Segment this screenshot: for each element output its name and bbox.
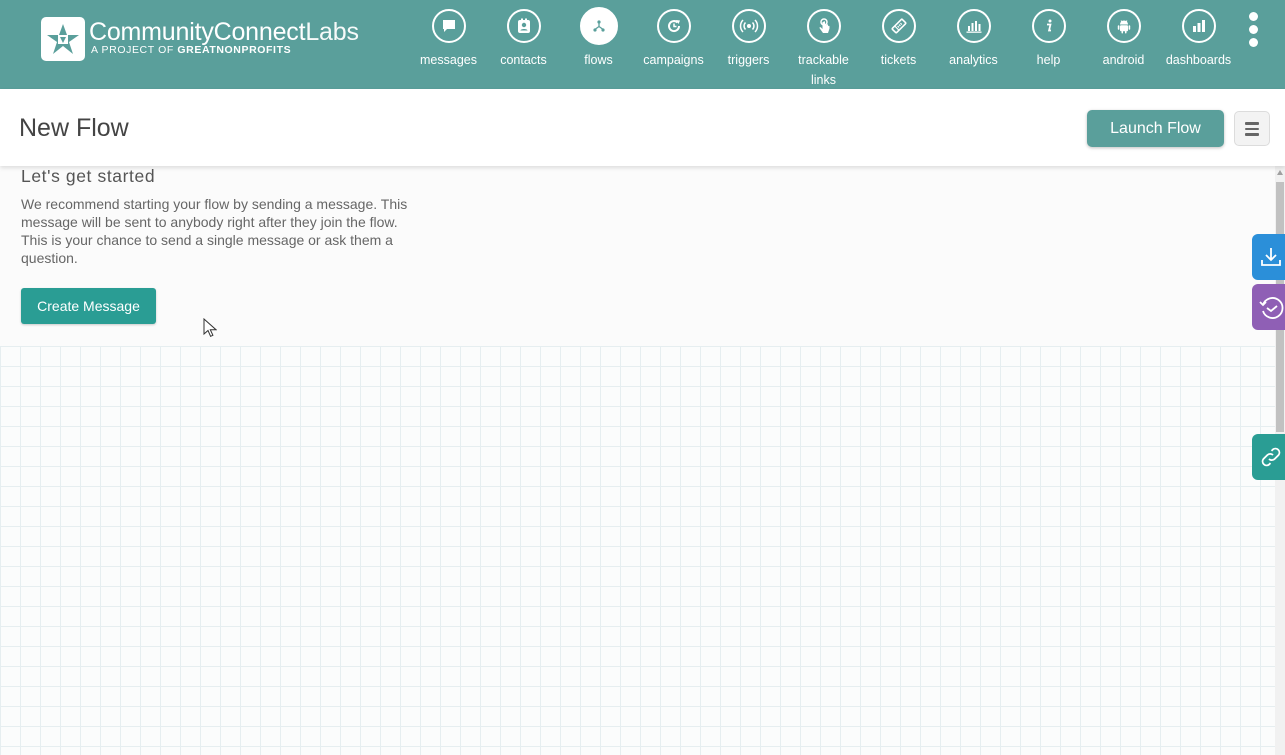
brand-name: CommunityConnectLabs	[89, 17, 359, 47]
hamburger-menu-icon[interactable]	[1234, 111, 1270, 146]
broadcast-icon	[731, 9, 766, 43]
create-message-button[interactable]: Create Message	[21, 288, 156, 324]
brand-name-suffix: Labs	[305, 18, 359, 46]
nav-label-contacts: contacts	[500, 53, 547, 67]
bar-chart-icon	[956, 9, 991, 43]
getting-started-title: Let's get started	[21, 166, 156, 186]
link-tab[interactable]	[1252, 434, 1285, 480]
nav-label-trackable: trackable	[798, 53, 849, 67]
download-icon	[1261, 248, 1281, 266]
nav-label-campaigns: campaigns	[643, 53, 704, 67]
tagline-org: GREATNONPROFITS	[177, 44, 292, 56]
brand-name-main: CommunityConnect	[89, 18, 306, 46]
info-icon	[1031, 9, 1066, 43]
bar-graph-icon	[1181, 9, 1216, 43]
nav-label-dashboards: dashboards	[1165, 53, 1232, 67]
logo-mark-icon	[41, 17, 85, 61]
nav-label-flows: flows	[584, 53, 613, 67]
nav-item-messages[interactable]: messages	[411, 9, 486, 70]
brand-tagline: A PROJECT OF GREATNONPROFITS	[91, 44, 291, 56]
top-navigation-bar: CommunityConnectLabs A PROJECT OF GREATN…	[0, 0, 1285, 89]
nav-label-triggers: triggers	[727, 53, 770, 67]
nav-item-contacts[interactable]: contacts	[486, 9, 561, 70]
nav-label-analytics: analytics	[949, 53, 998, 67]
more-options-icon[interactable]	[1246, 12, 1262, 48]
nav-item-dashboards[interactable]: dashboards	[1161, 9, 1236, 70]
nav-label-help: help	[1036, 53, 1061, 67]
chat-bubble-icon	[431, 9, 466, 43]
clock-refresh-icon	[656, 9, 691, 43]
nav-label-messages: messages	[420, 53, 477, 67]
launch-flow-button[interactable]: Launch Flow	[1087, 110, 1224, 147]
tagline-prefix: A PROJECT OF	[91, 44, 174, 56]
revisions-tab[interactable]	[1252, 284, 1285, 330]
download-tab[interactable]	[1252, 234, 1285, 280]
getting-started-text: We recommend starting your flow by sendi…	[21, 196, 408, 266]
pointer-hand-icon	[806, 9, 841, 43]
nav-item-tickets[interactable]: tickets	[861, 9, 936, 70]
flow-title-bar: New Flow Launch Flow	[0, 89, 1285, 166]
nav-label-links: links	[810, 73, 836, 87]
android-icon	[1106, 9, 1141, 43]
nav-label-trackable-links: trackable links	[786, 50, 861, 90]
scroll-up-arrow-icon[interactable]	[1277, 170, 1283, 175]
nav-item-help[interactable]: help	[1011, 9, 1086, 70]
nav-item-campaigns[interactable]: campaigns	[636, 9, 711, 70]
contact-card-icon	[506, 9, 541, 43]
nav-label-android: android	[1102, 53, 1145, 67]
nav-item-trackable-links[interactable]: trackable links	[786, 9, 861, 90]
nav-item-analytics[interactable]: analytics	[936, 9, 1011, 70]
mouse-cursor-icon	[203, 317, 218, 343]
nav-item-triggers[interactable]: triggers	[711, 9, 786, 70]
nav-item-android[interactable]: android	[1086, 9, 1161, 70]
ticket-icon	[881, 9, 916, 43]
nav-label-tickets: tickets	[880, 53, 917, 67]
nav-item-flows[interactable]: flows	[561, 7, 636, 70]
getting-started-panel: Let's get started We recommend starting …	[0, 166, 1275, 346]
link-icon	[1261, 447, 1281, 467]
revision-history-icon	[1259, 297, 1284, 319]
flow-tree-icon	[579, 7, 618, 45]
page-title: New Flow	[19, 114, 129, 142]
